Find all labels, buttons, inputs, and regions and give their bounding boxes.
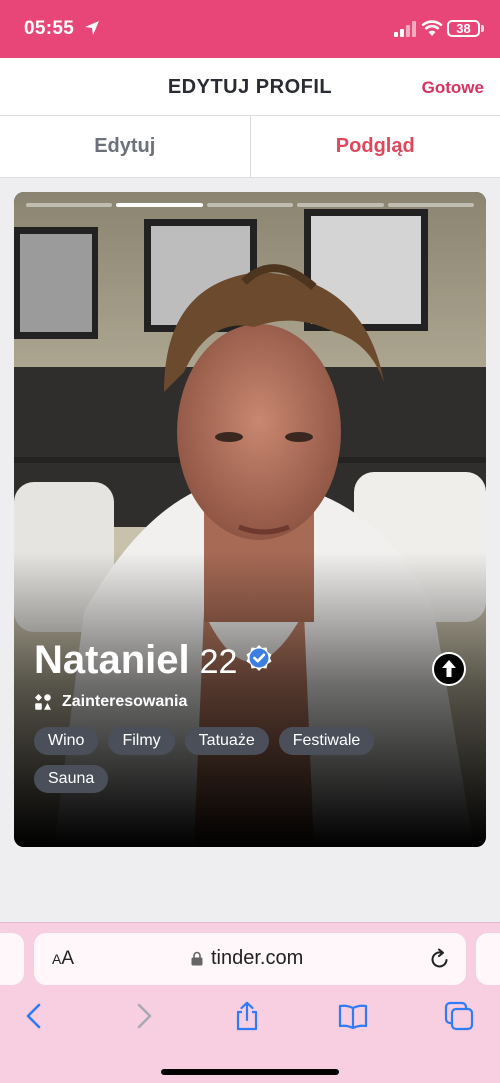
photo-indicator[interactable] xyxy=(206,203,294,207)
photo-indicator[interactable] xyxy=(387,203,475,207)
photo-indicator[interactable] xyxy=(116,203,203,207)
interest-chip: Sauna xyxy=(34,765,109,793)
url-text: tinder.com xyxy=(211,947,304,969)
next-tab-preview[interactable] xyxy=(476,933,500,985)
profile-info: Nataniel 22 Zainteresowania Wino Filmy T… xyxy=(34,638,474,793)
expand-profile-button[interactable] xyxy=(432,652,466,686)
photo-progress xyxy=(26,203,475,207)
profile-name: Nataniel xyxy=(34,638,190,682)
forward-icon[interactable] xyxy=(128,1001,158,1031)
profile-card[interactable]: Nataniel 22 Zainteresowania Wino Filmy T… xyxy=(14,192,486,847)
bookmarks-icon[interactable] xyxy=(338,1001,368,1031)
interest-chips: Wino Filmy Tatuaże Festiwale Sauna xyxy=(34,727,454,793)
text-size-button[interactable]: AA xyxy=(52,948,74,970)
profile-age: 22 xyxy=(199,643,238,681)
edit-preview-tabs: Edytuj Podgląd xyxy=(0,116,500,178)
tab-preview[interactable]: Podgląd xyxy=(251,116,500,177)
status-bar: 05:55 38 xyxy=(0,0,500,58)
interests-heading: Zainteresowania xyxy=(34,693,474,711)
wifi-icon xyxy=(421,20,443,36)
location-arrow-icon xyxy=(85,21,99,35)
interest-chip: Wino xyxy=(34,727,99,755)
interest-chip: Filmy xyxy=(108,727,175,755)
app-header: EDYTUJ PROFIL Gotowe xyxy=(0,58,500,116)
arrow-up-icon xyxy=(442,660,456,677)
interest-chip: Tatuaże xyxy=(184,727,269,755)
lock-icon xyxy=(191,951,203,966)
browser-nav xyxy=(0,1001,500,1035)
done-button[interactable]: Gotowe xyxy=(422,78,484,98)
previous-tab-preview[interactable] xyxy=(0,933,24,985)
browser-toolbar: AA tinder.com xyxy=(0,922,500,1083)
name-row: Nataniel 22 xyxy=(34,638,474,683)
battery-icon: 38 xyxy=(447,20,480,37)
interests-icon xyxy=(35,694,51,710)
tab-edit[interactable]: Edytuj xyxy=(0,116,251,177)
photo-indicator[interactable] xyxy=(26,203,113,207)
battery-level: 38 xyxy=(456,21,471,36)
status-time: 05:55 xyxy=(24,18,75,39)
share-icon[interactable] xyxy=(232,1001,262,1031)
back-icon[interactable] xyxy=(20,1001,50,1031)
verified-badge-icon xyxy=(246,644,272,671)
interests-label: Zainteresowania xyxy=(62,693,188,710)
reload-icon[interactable] xyxy=(429,948,451,970)
signal-icon xyxy=(394,21,416,37)
battery-cap xyxy=(481,25,484,32)
photo-indicator[interactable] xyxy=(297,203,384,207)
home-indicator xyxy=(161,1069,339,1075)
address-bar[interactable]: AA tinder.com xyxy=(34,933,466,985)
tabs-icon[interactable] xyxy=(444,1001,474,1031)
interest-chip: Festiwale xyxy=(278,727,375,755)
